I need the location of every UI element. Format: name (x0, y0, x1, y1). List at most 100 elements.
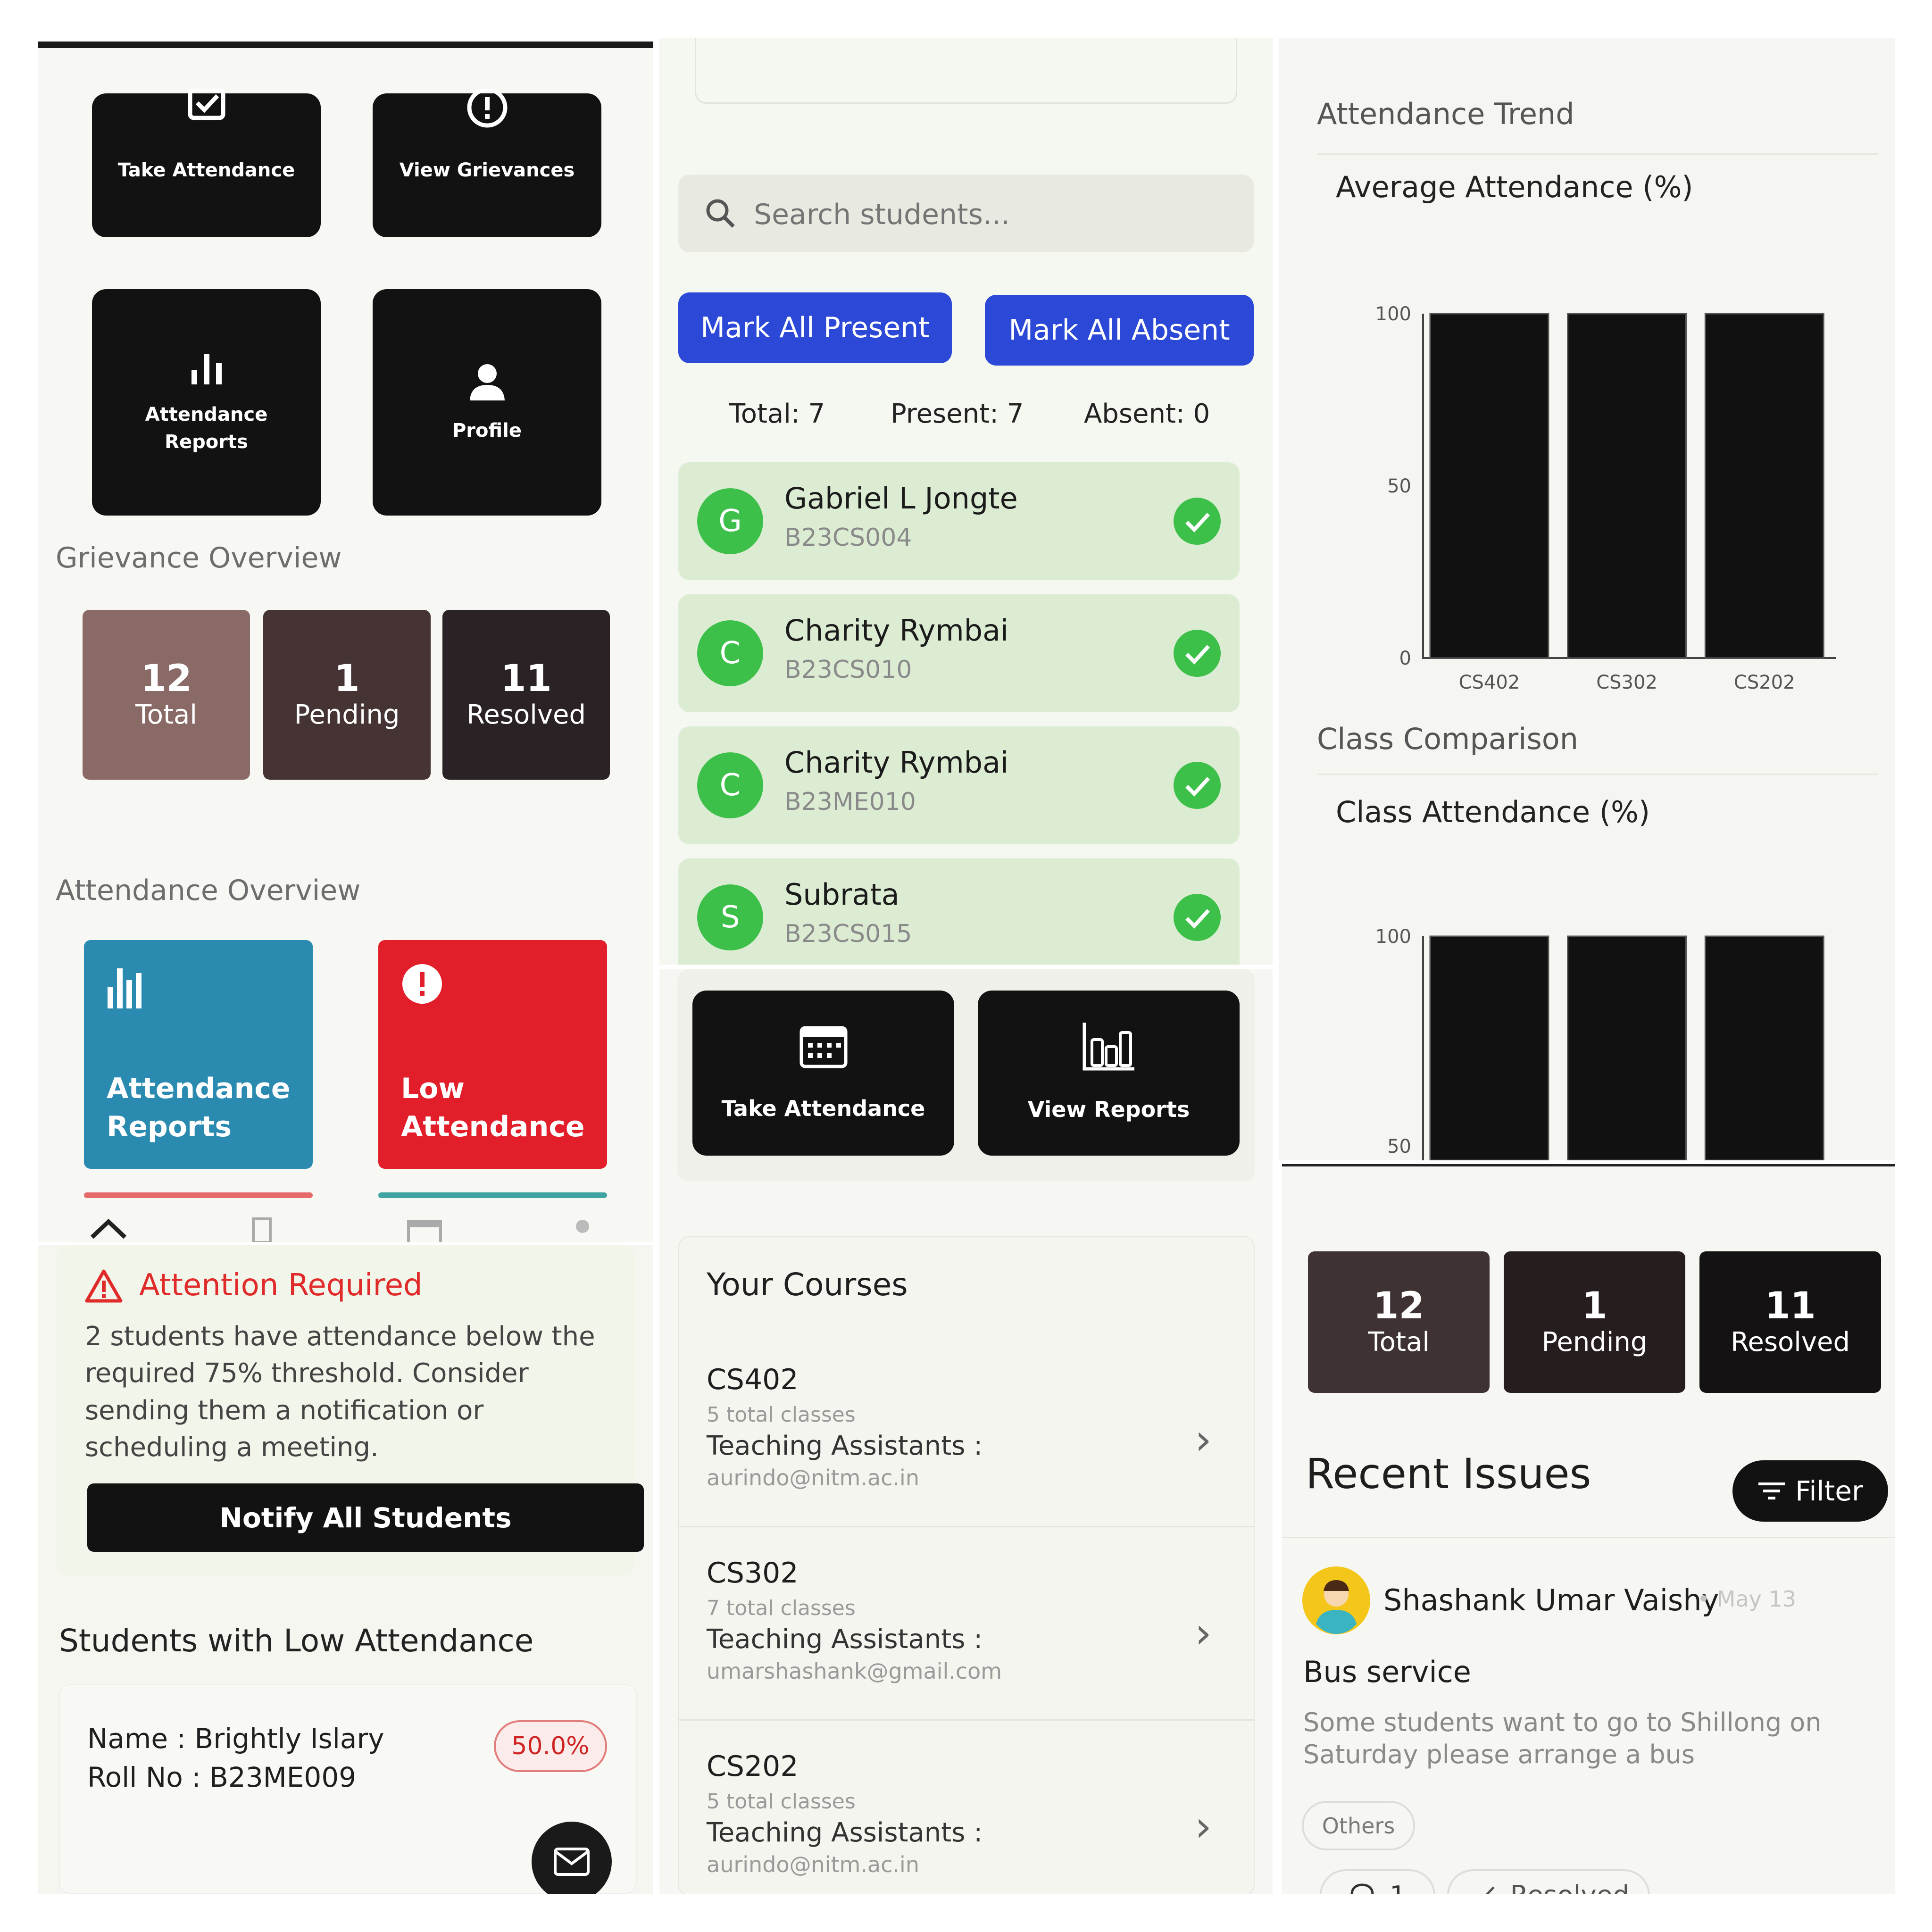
view-reports-tile[interactable]: View Reports (978, 991, 1240, 1156)
student-name: Gabriel L Jongte (784, 481, 1018, 516)
grievance-total-card[interactable]: 12 Total (83, 610, 250, 780)
attendance-percent-badge: 50.0% (494, 1720, 607, 1772)
grievance-resolved-card[interactable]: 11 Resolved (442, 610, 610, 780)
summary-present: Present: 7 (891, 399, 1024, 429)
issues-total-label: Total (1368, 1327, 1430, 1358)
card-accent-red (84, 1192, 313, 1198)
grievance-pending-label: Pending (294, 700, 400, 731)
issues-pending-label: Pending (1541, 1327, 1648, 1358)
mark-all-absent-label: Mark All Absent (1008, 314, 1230, 347)
y-tick-label: 0 (1399, 648, 1411, 669)
low-attendance-panel: Attention Required 2 students have atten… (38, 1245, 653, 1894)
chevron-right-icon[interactable]: › (1195, 1802, 1212, 1851)
issues-total-card[interactable]: 12 Total (1308, 1251, 1490, 1393)
profile-label: Profile (452, 420, 522, 441)
avatar (1302, 1566, 1370, 1634)
check-icon[interactable] (1174, 630, 1221, 677)
panel-divider (1282, 1164, 1895, 1166)
issues-pending-card[interactable]: 1 Pending (1504, 1251, 1685, 1393)
student-row[interactable]: S Subrata B23CS015 (678, 858, 1240, 965)
calendar-icon[interactable] (406, 1216, 443, 1242)
bar-chart-icon (1083, 1023, 1134, 1071)
top-card-outline (695, 38, 1237, 104)
chevron-right-icon[interactable]: › (1195, 1608, 1212, 1658)
course-code: CS302 (707, 1557, 799, 1590)
check-icon[interactable] (1174, 762, 1221, 809)
student-avatar: C (697, 620, 763, 686)
course-item[interactable]: CS302 7 total classes Teaching Assistant… (707, 1557, 1002, 1684)
attendance-reports-tile[interactable]: Attendance Reports (92, 289, 321, 516)
chart-bar[interactable] (1567, 935, 1687, 1160)
issues-resolved-count: 11 (1765, 1284, 1816, 1327)
course-classes: 5 total classes (707, 1790, 856, 1814)
check-icon[interactable] (1174, 498, 1221, 545)
chart-bar[interactable] (1567, 313, 1687, 659)
issues-pending-count: 1 (1582, 1284, 1607, 1327)
check-icon (1485, 1886, 1495, 1894)
filter-button[interactable]: Filter (1732, 1460, 1888, 1522)
attention-message: 2 students have attendance below the req… (85, 1321, 595, 1463)
attendance-overview-heading: Attendance Overview (56, 874, 361, 907)
course-item[interactable]: CS202 5 total classes Teaching Assistant… (707, 1750, 983, 1877)
home-icon[interactable] (90, 1216, 127, 1242)
mark-all-present-label: Mark All Present (700, 311, 930, 344)
course-ta-label: Teaching Assistants : (707, 1431, 983, 1461)
notify-all-students-button[interactable]: Notify All Students (87, 1483, 644, 1552)
student-avatar: G (697, 488, 763, 554)
chevron-right-icon[interactable]: › (1195, 1415, 1212, 1465)
bar-chart-icon (191, 354, 222, 384)
comment-icon (1350, 1883, 1374, 1894)
student-roll: B23CS010 (784, 656, 912, 684)
chart-bar[interactable] (1429, 313, 1549, 659)
grievance-pending-card[interactable]: 1 Pending (263, 610, 431, 780)
take-attendance-tile[interactable]: Take Attendance (692, 991, 954, 1156)
low-attendance-card[interactable]: Low Attendance (378, 940, 607, 1169)
view-reports-label: View Reports (1027, 1097, 1190, 1123)
card-accent-teal (378, 1192, 607, 1198)
issues-resolved-label: Resolved (1731, 1327, 1850, 1358)
issue-card[interactable]: Shashank Umar Vaishy • May 13 Bus servic… (1282, 1541, 1895, 1894)
trend-chart: 0 50 100 CS402 CS302 CS202 (1279, 274, 1895, 698)
chart-bar[interactable] (1704, 935, 1824, 1160)
take-attendance-tile[interactable]: Take Attendance (92, 89, 321, 237)
course-item[interactable]: CS402 5 total classes Teaching Assistant… (707, 1363, 983, 1491)
student-row[interactable]: C Charity Rymbai B23CS010 (678, 594, 1240, 712)
course-divider (678, 1719, 1255, 1721)
course-divider (678, 1526, 1255, 1527)
comments-button[interactable]: 1 (1320, 1869, 1435, 1894)
comment-count: 1 (1390, 1881, 1406, 1894)
y-tick-label: 100 (1375, 926, 1411, 948)
attendance-trend-heading: Attendance Trend (1317, 97, 1574, 131)
student-row[interactable]: G Gabriel L Jongte B23CS004 (678, 462, 1240, 580)
search-input[interactable] (754, 193, 1225, 236)
attention-title: Attention Required (139, 1268, 423, 1303)
search-bar[interactable] (678, 175, 1254, 252)
student-row[interactable]: C Charity Rymbai B23ME010 (678, 726, 1240, 844)
course-ta-email: umarshashank@gmail.com (707, 1658, 1002, 1684)
low-attendance-heading: Students with Low Attendance (59, 1623, 534, 1659)
take-attendance-label: Take Attendance (117, 159, 295, 181)
issue-tag-label: Others (1322, 1813, 1395, 1839)
mark-all-absent-button[interactable]: Mark All Absent (985, 295, 1254, 366)
class-comparison-heading: Class Comparison (1317, 722, 1579, 756)
student-avatar: C (697, 752, 763, 818)
y-tick-label: 50 (1387, 1136, 1411, 1158)
grievance-pending-count: 1 (334, 657, 360, 700)
message-student-button[interactable] (532, 1822, 612, 1894)
profile-tile[interactable]: Profile (373, 289, 601, 516)
attendance-reports-card[interactable]: Attendance Reports (84, 940, 313, 1169)
chart-bar[interactable] (1429, 935, 1549, 1160)
grievance-total-label: Total (135, 700, 197, 731)
summary-total: Total: 7 (729, 399, 825, 429)
course-ta-label: Teaching Assistants : (707, 1624, 983, 1655)
chart-bar[interactable] (1704, 313, 1824, 659)
bottom-nav (38, 1211, 653, 1242)
profile-icon[interactable] (571, 1216, 594, 1242)
check-icon[interactable] (1174, 894, 1221, 941)
alert-circle-icon (402, 964, 442, 1004)
mark-all-present-button[interactable]: Mark All Present (678, 292, 952, 363)
view-grievances-tile[interactable]: View Grievances (373, 89, 601, 237)
issues-resolved-card[interactable]: 11 Resolved (1699, 1251, 1881, 1393)
document-icon[interactable] (248, 1216, 276, 1242)
course-code: CS202 (707, 1750, 799, 1783)
